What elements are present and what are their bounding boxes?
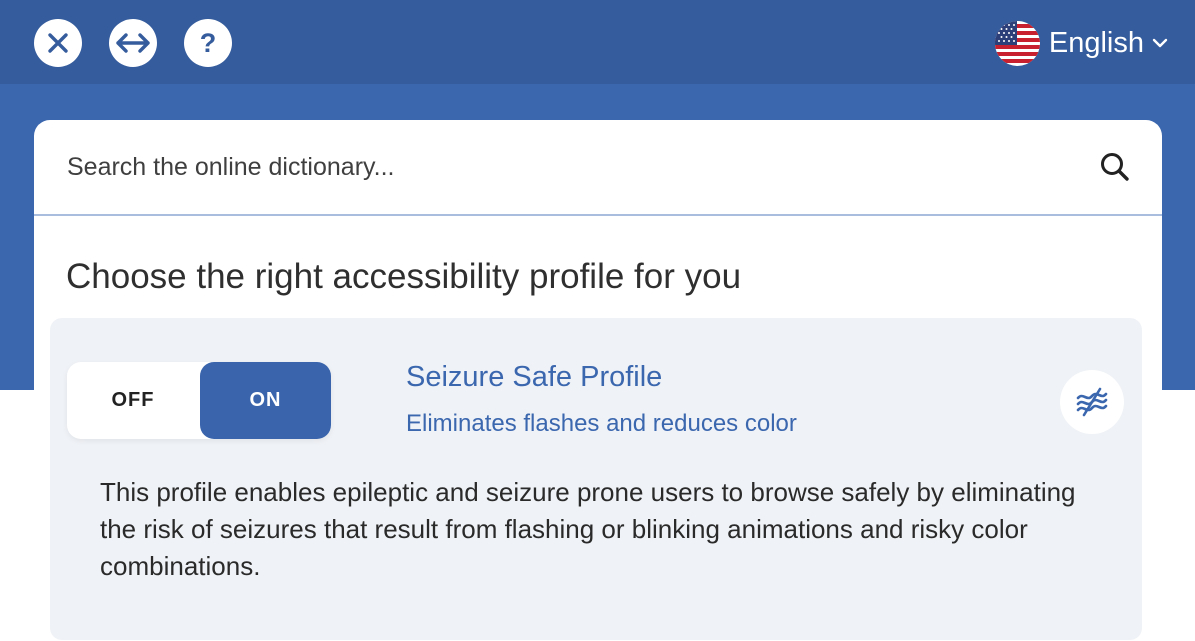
search-input[interactable] — [67, 144, 1027, 190]
profile-tagline: Eliminates flashes and reduces color — [406, 410, 797, 437]
close-button[interactable] — [34, 19, 82, 67]
profile-name: Seizure Safe Profile — [406, 361, 663, 393]
help-button[interactable]: ? — [184, 19, 232, 67]
top-toolbar: ? English — [0, 0, 1195, 84]
resize-button[interactable] — [109, 19, 157, 67]
search-bar[interactable] — [34, 120, 1162, 216]
resize-horizontal-icon — [116, 33, 150, 53]
section-title: Choose the right accessibility profile f… — [66, 257, 742, 296]
language-label: English — [1048, 26, 1144, 59]
profile-description: This profile enables epileptic and seizu… — [100, 477, 1076, 581]
profile-icon-badge — [1060, 370, 1124, 434]
language-selector[interactable]: English — [994, 20, 1168, 66]
waves-icon — [1076, 387, 1108, 417]
help-icon: ? — [199, 27, 217, 58]
chevron-down-icon — [1152, 38, 1168, 48]
toggle-off-option[interactable]: OFF — [67, 362, 199, 439]
toggle-on-option[interactable]: ON — [200, 362, 331, 439]
close-icon — [48, 33, 68, 53]
main-card: Choose the right accessibility profile f… — [34, 120, 1162, 641]
profile-toggle[interactable]: OFF ON — [67, 362, 331, 439]
search-icon[interactable] — [1098, 150, 1132, 184]
seizure-safe-profile-card: OFF ON Seizure Safe Profile Eliminates f… — [50, 318, 1142, 640]
accessibility-panel: ? English Search the online dictionary..… — [0, 0, 1195, 641]
us-flag-icon — [994, 20, 1040, 66]
